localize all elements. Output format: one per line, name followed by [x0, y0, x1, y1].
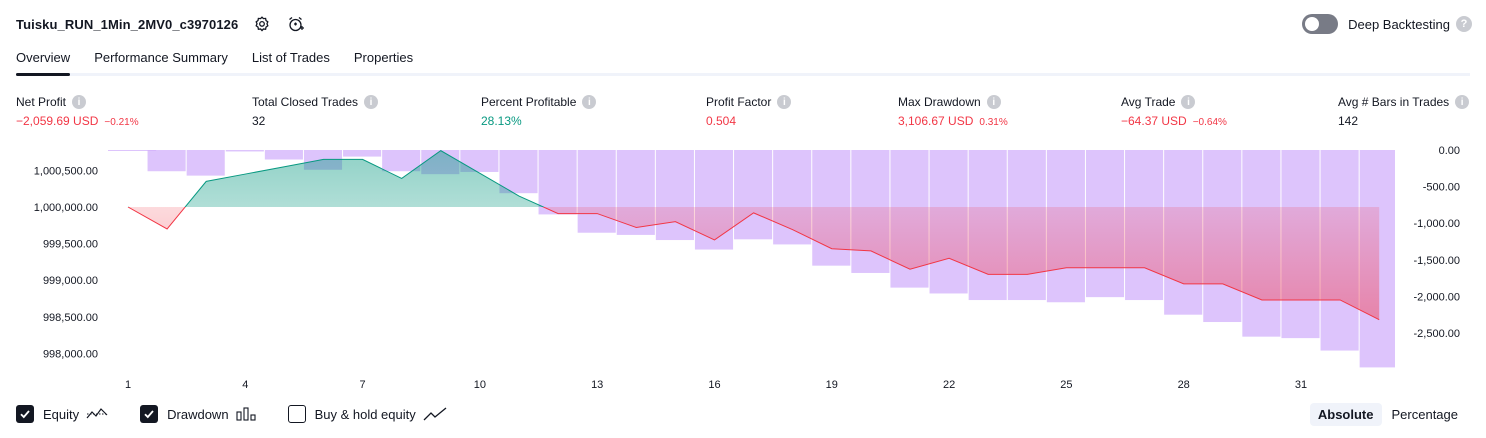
x-axis-tick: 16 — [708, 379, 720, 391]
equity-label: Equity — [43, 406, 80, 422]
drawdown-toggle[interactable]: Drawdown — [140, 405, 256, 423]
metric-value: 0.504 — [706, 114, 737, 128]
right-axis-tick: -1,500.00 — [1414, 255, 1460, 267]
left-axis-tick: 998,500.00 — [43, 312, 98, 324]
metric-label: Net Profit — [16, 95, 67, 109]
metric-value: 28.13% — [481, 114, 522, 128]
absolute-button[interactable]: Absolute — [1309, 402, 1382, 426]
x-axis: 1 4 7 10 13 16 19 22 25 28 31 — [125, 379, 1307, 391]
left-axis-tick: 999,000.00 — [43, 275, 98, 287]
info-icon[interactable]: i — [986, 95, 1001, 109]
strategy-title: Tuisku_RUN_1Min_2MV0_c3970126 — [16, 16, 239, 32]
left-axis-tick: 1,000,000.00 — [34, 202, 98, 214]
x-axis-tick: 28 — [1178, 379, 1190, 391]
metric-percent: 0.31% — [979, 117, 1008, 128]
report-tabs: Overview Performance Summary List of Tra… — [16, 48, 1470, 76]
buy-hold-toggle[interactable]: Buy & hold equity — [287, 405, 447, 423]
drawdown-bar — [577, 150, 616, 233]
metric-value: 142 — [1338, 114, 1359, 128]
chart-legend: Equity Drawdown Buy & hold equity — [16, 402, 479, 426]
equity-checkbox[interactable] — [16, 405, 34, 423]
x-axis-tick: 25 — [1060, 379, 1072, 391]
right-axis: 0.00 -500.00 -1,000.00 -1,500.00 -2,000.00 -2… — [1414, 145, 1460, 340]
x-axis-tick: 19 — [826, 379, 838, 391]
metric-value: −64.37 USD — [1121, 114, 1187, 128]
strategy-header: Tuisku_RUN_1Min_2MV0_c3970126 — [16, 12, 306, 36]
metric-label: Percent Profitable — [481, 95, 577, 109]
right-axis-tick: -1,000.00 — [1414, 218, 1460, 230]
drawdown-bar — [538, 150, 577, 215]
left-axis: 1,000,500.00 1,000,000.00 999,500.00 999,00… — [34, 165, 98, 360]
x-axis-tick: 10 — [474, 379, 486, 391]
info-icon[interactable]: i — [1181, 95, 1196, 109]
equity-drawdown-chart[interactable]: 1,000,500.00 1,000,000.00 999,500.00 999,00… — [0, 140, 1486, 398]
metric-label: Total Closed Trades — [252, 95, 359, 109]
gear-icon[interactable] — [252, 14, 272, 34]
metric-total-closed-trades: Total Closed Trades i 32 — [252, 94, 379, 128]
deep-backtesting-label: Deep Backtesting — [1348, 16, 1450, 32]
buy-hold-checkbox[interactable] — [287, 405, 306, 423]
info-icon[interactable]: i — [582, 95, 597, 109]
tab-list-of-trades[interactable]: List of Trades — [252, 48, 330, 73]
equity-line-icon — [86, 407, 108, 421]
x-axis-tick: 22 — [943, 379, 955, 391]
x-axis-tick: 31 — [1295, 379, 1307, 391]
metric-percent: −0.64% — [1192, 117, 1227, 128]
metric-profit-factor: Profit Factor i 0.504 — [706, 94, 792, 128]
buy-hold-label: Buy & hold equity — [314, 406, 416, 422]
metric-percent: −0.21% — [104, 117, 139, 128]
metric-value: 3,106.67 USD — [898, 114, 974, 128]
metrics-row: Net Profit i −2,059.69 USD −0.21% Total Cl… — [0, 94, 1486, 134]
metric-label: Avg Trade — [1121, 95, 1176, 109]
info-icon[interactable]: i — [1455, 95, 1470, 109]
x-axis-tick: 7 — [360, 379, 366, 391]
metric-value: −2,059.69 USD — [16, 114, 99, 128]
right-axis-tick: 0.00 — [1439, 145, 1460, 157]
metric-label: Avg # Bars in Trades — [1338, 95, 1450, 109]
drawdown-bar — [343, 150, 382, 157]
drawdown-bar — [147, 150, 186, 172]
x-axis-tick: 1 — [125, 379, 131, 391]
drawdown-bar — [734, 150, 773, 240]
right-axis-tick: -2,500.00 — [1414, 328, 1460, 340]
drawdown-bar — [225, 150, 264, 152]
tab-performance-summary[interactable]: Performance Summary — [94, 48, 228, 73]
percentage-button[interactable]: Percentage — [1384, 403, 1467, 426]
metric-net-profit: Net Profit i −2,059.69 USD −0.21% — [16, 94, 139, 128]
info-icon[interactable]: i — [777, 95, 792, 109]
drawdown-bar — [499, 150, 538, 194]
drawdown-bar — [264, 150, 303, 160]
metric-value: 32 — [252, 114, 266, 128]
x-axis-tick: 4 — [242, 379, 248, 391]
metric-label: Max Drawdown — [898, 95, 981, 109]
left-axis-tick: 1,000,500.00 — [34, 165, 98, 177]
display-mode: Absolute Percentage — [1308, 402, 1466, 426]
help-icon[interactable]: ? — [1456, 16, 1472, 32]
metric-label: Profit Factor — [706, 95, 772, 109]
deep-backtesting: Deep Backtesting ? — [1302, 12, 1472, 36]
right-axis-tick: -500.00 — [1423, 182, 1460, 194]
tab-overview[interactable]: Overview — [16, 48, 71, 76]
drawdown-bars-icon — [236, 407, 256, 421]
drawdown-checkbox[interactable] — [140, 405, 159, 423]
equity-toggle[interactable]: Equity — [16, 405, 108, 423]
right-axis-tick: -2,000.00 — [1414, 291, 1460, 303]
alarm-clock-plus-icon[interactable] — [286, 14, 306, 34]
info-icon[interactable]: i — [72, 95, 87, 109]
metric-avg-trade: Avg Trade i −64.37 USD −0.64% — [1121, 94, 1227, 128]
tab-properties[interactable]: Properties — [354, 48, 413, 73]
deep-backtesting-toggle[interactable] — [1302, 14, 1339, 34]
drawdown-label: Drawdown — [167, 406, 229, 422]
info-icon[interactable]: i — [364, 95, 379, 109]
drawdown-bar — [186, 150, 225, 176]
drawdown-bar — [382, 150, 421, 172]
x-axis-tick: 13 — [591, 379, 603, 391]
left-axis-tick: 998,000.00 — [43, 348, 98, 360]
metric-avg-bars-in-trades: Avg # Bars in Trades i 142 — [1338, 94, 1470, 128]
left-axis-tick: 999,500.00 — [43, 239, 98, 251]
metric-percent-profitable: Percent Profitable i 28.13% — [481, 94, 597, 128]
metric-max-drawdown: Max Drawdown i 3,106.67 USD 0.31% — [898, 94, 1008, 128]
buy-hold-line-icon — [423, 407, 447, 421]
